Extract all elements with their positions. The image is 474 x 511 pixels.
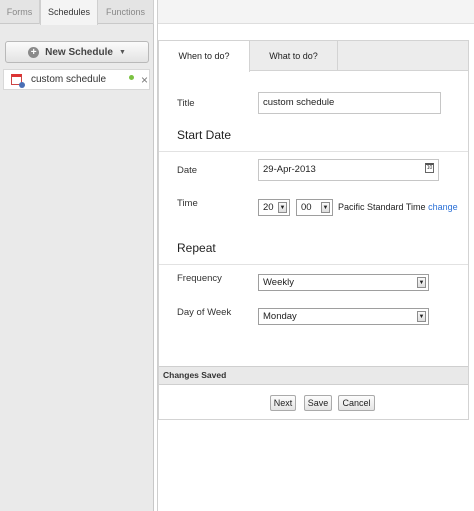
divider: [159, 264, 468, 265]
frequency-label: Frequency: [177, 273, 222, 284]
calendar-icon: [11, 74, 25, 88]
plus-circle-icon: +: [28, 46, 40, 58]
wizard-tabs: When to do? What to do?: [159, 41, 468, 72]
sidebar-tabs: Forms Schedules Functions: [0, 0, 154, 25]
divider: [159, 151, 468, 152]
start-date-heading: Start Date: [177, 128, 232, 142]
chevron-down-icon: ▼: [417, 311, 426, 322]
title-label: Title: [177, 98, 195, 109]
cancel-button[interactable]: Cancel: [338, 395, 375, 411]
new-schedule-label: New Schedule: [45, 46, 113, 58]
close-icon[interactable]: ×: [141, 73, 148, 87]
timezone-text: Pacific Standard Time change: [338, 202, 458, 212]
date-input[interactable]: 29-Apr-2013 10: [258, 159, 439, 181]
hour-select[interactable]: 20 ▼: [258, 199, 290, 216]
top-strip: [158, 0, 474, 24]
new-schedule-button[interactable]: + New Schedule ▼: [5, 41, 149, 63]
date-label: Date: [177, 165, 198, 176]
day-of-week-value: Monday: [263, 311, 297, 322]
chevron-down-icon: ▼: [118, 48, 126, 56]
chevron-down-icon: ▼: [278, 202, 287, 213]
next-button[interactable]: Next: [270, 395, 296, 411]
timezone-label: Pacific Standard Time: [338, 202, 426, 212]
time-label: Time: [177, 198, 198, 209]
frequency-select[interactable]: Weekly ▼: [258, 274, 429, 291]
sidebar: Forms Schedules Functions + New Schedule…: [0, 0, 154, 511]
tab-forms[interactable]: Forms: [0, 0, 40, 24]
tab-schedules[interactable]: Schedules: [40, 0, 98, 25]
calendar-icon[interactable]: 10: [425, 163, 434, 173]
chevron-down-icon: ▼: [417, 277, 426, 288]
status-dot-icon: [129, 75, 134, 80]
chevron-down-icon: ▼: [321, 202, 330, 213]
date-value: 29-Apr-2013: [263, 164, 316, 175]
tab-functions[interactable]: Functions: [98, 0, 154, 24]
schedule-list-item[interactable]: custom schedule ×: [3, 69, 150, 90]
schedule-item-label: custom schedule: [31, 74, 107, 85]
minute-select[interactable]: 00 ▼: [296, 199, 333, 216]
status-bar: Changes Saved: [159, 366, 468, 385]
schedule-editor: When to do? What to do? Title custom sch…: [158, 40, 469, 420]
hour-value: 20: [263, 202, 274, 213]
main-content: When to do? What to do? Title custom sch…: [157, 0, 474, 511]
change-timezone-link[interactable]: change: [428, 202, 458, 212]
day-of-week-label: Day of Week: [177, 307, 232, 318]
repeat-heading: Repeat: [177, 241, 216, 255]
title-input[interactable]: custom schedule: [258, 92, 441, 114]
save-button[interactable]: Save: [304, 395, 332, 411]
frequency-value: Weekly: [263, 277, 294, 288]
minute-value: 00: [301, 202, 312, 213]
tab-what-to-do[interactable]: What to do?: [250, 41, 338, 71]
day-of-week-select[interactable]: Monday ▼: [258, 308, 429, 325]
tab-when-to-do[interactable]: When to do?: [159, 41, 250, 72]
